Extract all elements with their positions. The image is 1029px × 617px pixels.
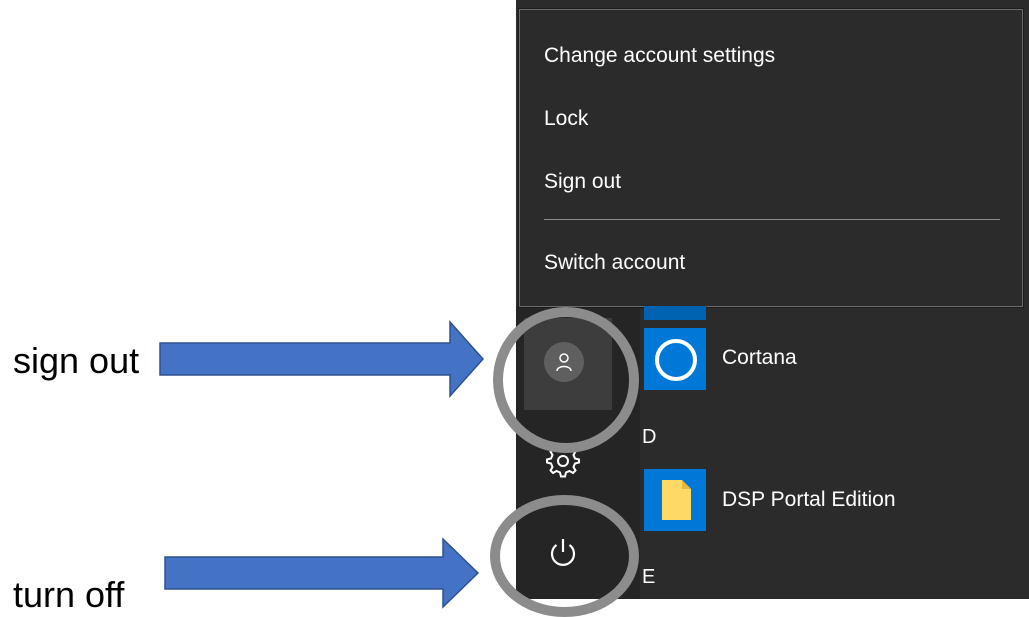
dsp-portal-tile[interactable] (644, 469, 706, 531)
menu-item-sign-out[interactable]: Sign out (544, 162, 621, 202)
cortana-icon (655, 339, 697, 381)
menu-item-lock[interactable]: Lock (544, 99, 588, 139)
cortana-tile[interactable] (644, 328, 706, 390)
folder-icon (662, 480, 691, 520)
menu-item-change-account-settings[interactable]: Change account settings (544, 36, 775, 76)
highlight-ring-turn-off (490, 495, 639, 617)
arrow-sign-out (159, 320, 485, 398)
screenshot-stage: Change account settings Lock Sign out Sw… (0, 0, 1029, 617)
menu-separator (544, 219, 1000, 220)
menu-item-switch-account[interactable]: Switch account (544, 243, 685, 283)
app-label-dsp-portal-edition[interactable]: DSP Portal Edition (722, 488, 896, 512)
arrow-turn-off (164, 537, 480, 609)
annotation-label-turn-off: turn off (13, 574, 125, 615)
highlight-ring-sign-out (493, 307, 639, 453)
app-tile-partial (644, 306, 706, 320)
account-context-menu: Change account settings Lock Sign out Sw… (519, 9, 1023, 307)
annotation-label-sign-out: sign out (13, 340, 140, 381)
letter-header-d[interactable]: D (642, 426, 656, 449)
letter-header-e[interactable]: E (642, 566, 655, 589)
app-label-cortana[interactable]: Cortana (722, 346, 797, 370)
